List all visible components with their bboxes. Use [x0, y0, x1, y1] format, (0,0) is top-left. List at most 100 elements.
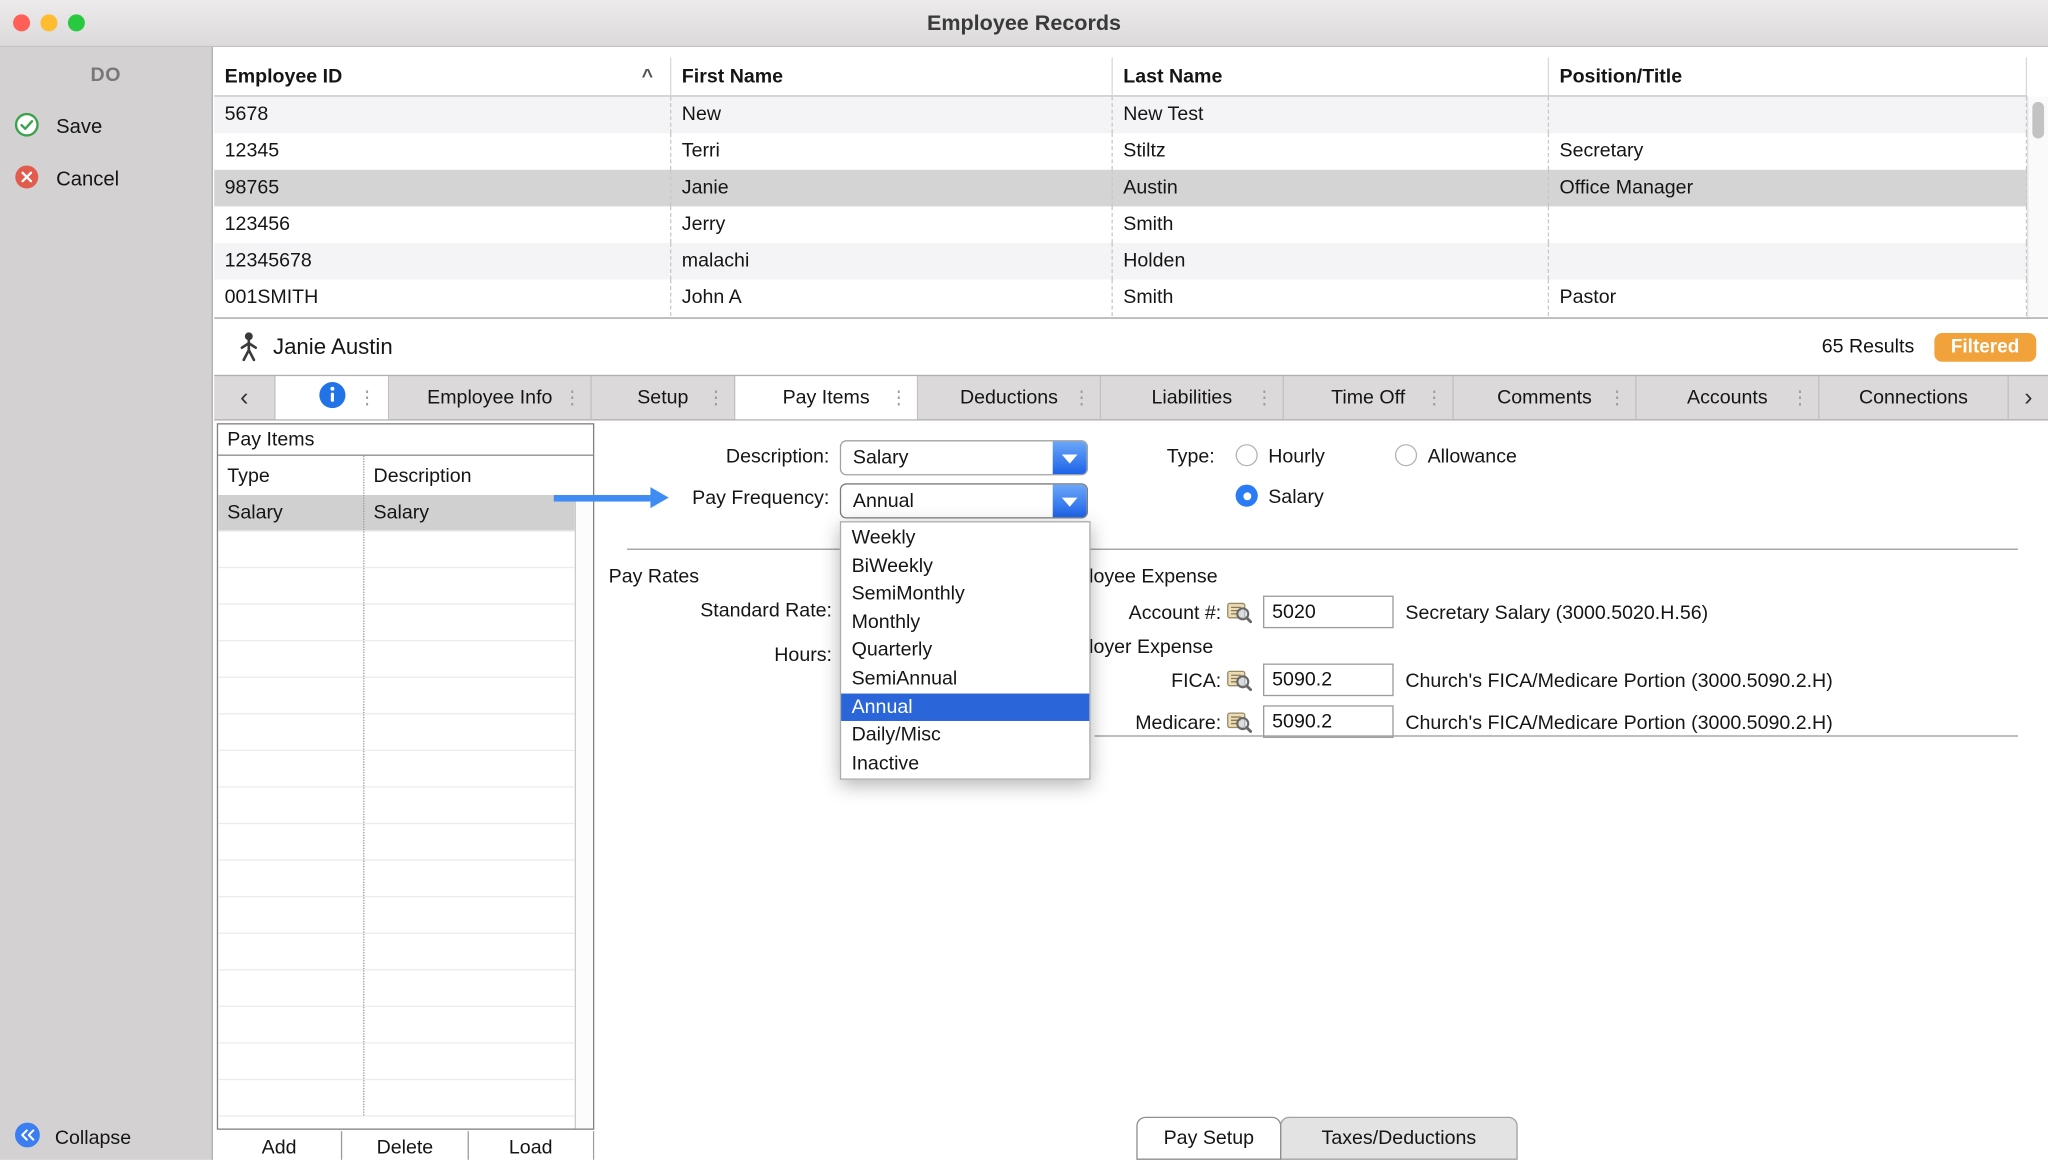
pay-item-row[interactable]: [218, 970, 575, 1007]
section-divider: [1095, 735, 2018, 736]
minimize-window-button[interactable]: [40, 14, 57, 31]
tab-pay-items[interactable]: Pay Items⋮: [735, 376, 918, 419]
scrollbar-thumb[interactable]: [2032, 102, 2044, 139]
menu-item-semimonthly[interactable]: SemiMonthly: [841, 580, 1089, 608]
pay-item-row[interactable]: [218, 861, 575, 898]
pay-item-row[interactable]: [218, 788, 575, 825]
fica-lookup-icon[interactable]: [1226, 667, 1252, 692]
radio-allowance[interactable]: [1395, 444, 1417, 466]
tab-options-dots-icon[interactable]: ⋮: [707, 387, 725, 409]
pay-item-row[interactable]: [218, 1044, 575, 1081]
add-button[interactable]: Add: [217, 1131, 343, 1160]
pay-item-row[interactable]: [218, 1080, 575, 1117]
medicare-lookup-icon[interactable]: [1226, 709, 1252, 734]
pay-item-description: [364, 641, 574, 676]
tab-accounts[interactable]: Accounts⋮: [1637, 376, 1820, 419]
employee-cell-first_name: Jerry: [671, 206, 1112, 243]
pay-item-row[interactable]: [218, 568, 575, 605]
save-button[interactable]: Save: [14, 112, 102, 142]
employee-row[interactable]: 12345TerriStiltzSecretary: [214, 133, 2027, 170]
collapse-button[interactable]: Collapse: [14, 1122, 131, 1153]
tab-liabilities[interactable]: Liabilities⋮: [1101, 376, 1284, 419]
tab-options-dots-icon[interactable]: ⋮: [1072, 387, 1090, 409]
tab-label: Deductions: [960, 387, 1058, 409]
chevron-down-icon[interactable]: [1053, 485, 1087, 518]
pay-item-row[interactable]: [218, 751, 575, 788]
tab-employee-info[interactable]: Employee Info⋮: [389, 376, 591, 419]
radio-salary[interactable]: [1236, 485, 1258, 507]
employee-row[interactable]: 5678NewNew Test: [214, 97, 2027, 134]
radio-hourly[interactable]: [1236, 444, 1258, 466]
tab-options-dots-icon[interactable]: ⋮: [889, 387, 907, 409]
tab-time-off[interactable]: Time Off ⋮: [1284, 376, 1454, 419]
tab-pay-setup[interactable]: Pay Setup: [1136, 1117, 1281, 1160]
tab-deductions[interactable]: Deductions ⋮: [918, 376, 1101, 419]
menu-item-monthly[interactable]: Monthly: [841, 608, 1089, 636]
menu-item-inactive[interactable]: Inactive: [841, 749, 1089, 777]
column-header[interactable]: Last Name: [1113, 57, 1549, 96]
menu-item-semiannual[interactable]: SemiAnnual: [841, 665, 1089, 693]
employee-row[interactable]: 98765JanieAustinOffice Manager: [214, 170, 2027, 207]
pay-item-row[interactable]: [218, 532, 575, 569]
account-description: Secretary Salary (3000.5020.H.56): [1405, 601, 1708, 627]
medicare-account-input[interactable]: [1263, 705, 1394, 738]
filtered-badge[interactable]: Filtered: [1934, 332, 2036, 361]
pay-item-row[interactable]: [218, 934, 575, 971]
pay-items-column-type: Type: [218, 456, 364, 496]
table-scrollbar[interactable]: [2027, 97, 2048, 318]
pay-item-type: [218, 1007, 364, 1042]
tab-connections[interactable]: Connections: [1819, 376, 2008, 419]
close-window-button[interactable]: [13, 14, 30, 31]
menu-item-annual[interactable]: Annual: [841, 693, 1089, 721]
menu-item-biweekly[interactable]: BiWeekly: [841, 552, 1089, 580]
pay-rates-heading: Pay Rates: [609, 564, 699, 590]
tabs-scroll-right-button[interactable]: ›: [2009, 376, 2048, 419]
tab-options-dots-icon[interactable]: ⋮: [1791, 387, 1809, 409]
tab-options-dots-icon[interactable]: ⋮: [358, 387, 376, 409]
hours-label: Hours:: [597, 643, 832, 669]
load-button[interactable]: Load: [468, 1131, 594, 1160]
pay-item-type: [218, 861, 364, 896]
pay-item-row[interactable]: [218, 641, 575, 678]
column-header[interactable]: Employee ID^: [214, 57, 671, 96]
tabs-scroll-left-button[interactable]: ‹: [214, 376, 275, 419]
account-number-input[interactable]: [1263, 596, 1394, 629]
pay-item-row[interactable]: [218, 1007, 575, 1044]
account-lookup-icon[interactable]: [1226, 600, 1252, 625]
person-icon: [238, 332, 260, 362]
menu-item-daily-misc[interactable]: Daily/Misc: [841, 721, 1089, 749]
employee-row[interactable]: 123456JerrySmith: [214, 206, 2027, 243]
column-header[interactable]: Position/Title: [1549, 57, 2027, 96]
info-tab[interactable]: ⋮: [276, 376, 390, 419]
pay-items-scrollbar[interactable]: [575, 495, 593, 1128]
tab-options-dots-icon[interactable]: ⋮: [1255, 387, 1273, 409]
pay-item-row[interactable]: [218, 897, 575, 934]
pay-item-row[interactable]: [218, 714, 575, 751]
tab-options-dots-icon[interactable]: ⋮: [563, 387, 581, 409]
pay-items-buttons: AddDeleteLoad: [217, 1131, 594, 1160]
tab-label: Time Off: [1331, 387, 1405, 409]
tab-comments[interactable]: Comments⋮: [1454, 376, 1637, 419]
tab-options-dots-icon[interactable]: ⋮: [1608, 387, 1626, 409]
pay-item-description: Salary: [364, 495, 574, 530]
cancel-button[interactable]: Cancel: [14, 165, 119, 195]
zoom-window-button[interactable]: [68, 14, 85, 31]
tab-options-dots-icon[interactable]: ⋮: [1425, 387, 1443, 409]
employee-row[interactable]: 001SMITHJohn ASmithPastor: [214, 280, 2027, 317]
fica-account-input[interactable]: [1263, 664, 1394, 697]
description-dropdown[interactable]: Salary: [840, 440, 1088, 475]
tab-taxes-deductions[interactable]: Taxes/Deductions: [1280, 1117, 1518, 1160]
pay-item-row[interactable]: [218, 824, 575, 861]
pay-item-row[interactable]: [218, 605, 575, 642]
pay-frequency-dropdown[interactable]: Annual: [840, 483, 1088, 518]
pay-item-row[interactable]: SalarySalary: [218, 495, 575, 532]
column-header[interactable]: First Name: [671, 57, 1112, 96]
employee-row[interactable]: 12345678malachiHolden: [214, 243, 2027, 280]
delete-button[interactable]: Delete: [343, 1131, 469, 1160]
tab-setup[interactable]: Setup⋮: [592, 376, 736, 419]
menu-item-quarterly[interactable]: Quarterly: [841, 637, 1089, 665]
menu-item-weekly[interactable]: Weekly: [841, 524, 1089, 552]
employee-cell-first_name: malachi: [671, 243, 1112, 280]
pay-item-row[interactable]: [218, 678, 575, 715]
pay-item-type: [218, 605, 364, 640]
